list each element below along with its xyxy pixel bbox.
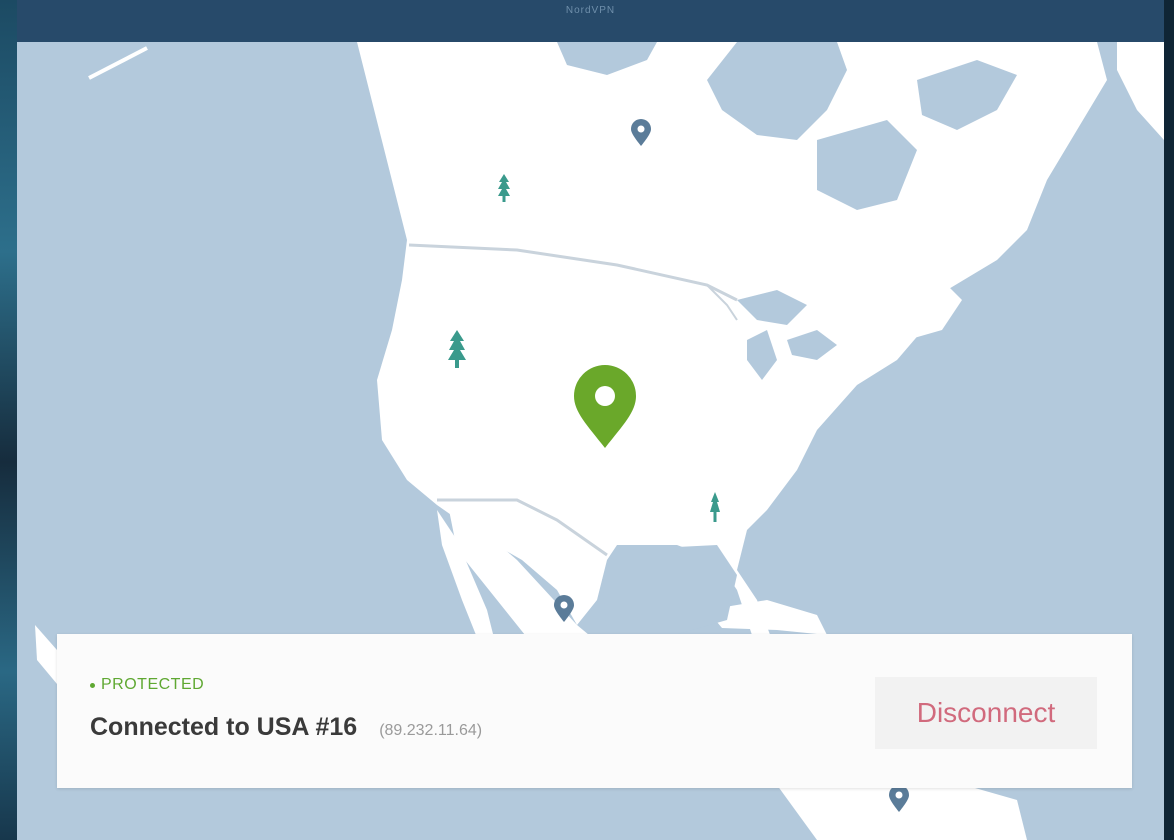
connection-info: Connected to USA #16 (89.232.11.64) bbox=[90, 713, 482, 742]
window-title: NordVPN bbox=[565, 5, 616, 16]
vpn-app-window: NordVPN PROTECTED Connected to USA #16 (… bbox=[17, 0, 1164, 840]
desktop-background-right bbox=[1164, 0, 1174, 840]
title-bar[interactable]: NordVPN bbox=[17, 0, 1164, 42]
ip-address: (89.232.11.64) bbox=[379, 722, 483, 739]
connection-status-panel: PROTECTED Connected to USA #16 (89.232.1… bbox=[57, 634, 1132, 788]
connection-title: Connected to USA #16 bbox=[90, 713, 358, 741]
protection-status: PROTECTED bbox=[90, 676, 204, 694]
disconnect-button[interactable]: Disconnect bbox=[875, 677, 1097, 749]
status-dot-icon bbox=[90, 682, 95, 688]
desktop-background-left bbox=[0, 0, 17, 840]
status-label-text: PROTECTED bbox=[101, 676, 205, 693]
